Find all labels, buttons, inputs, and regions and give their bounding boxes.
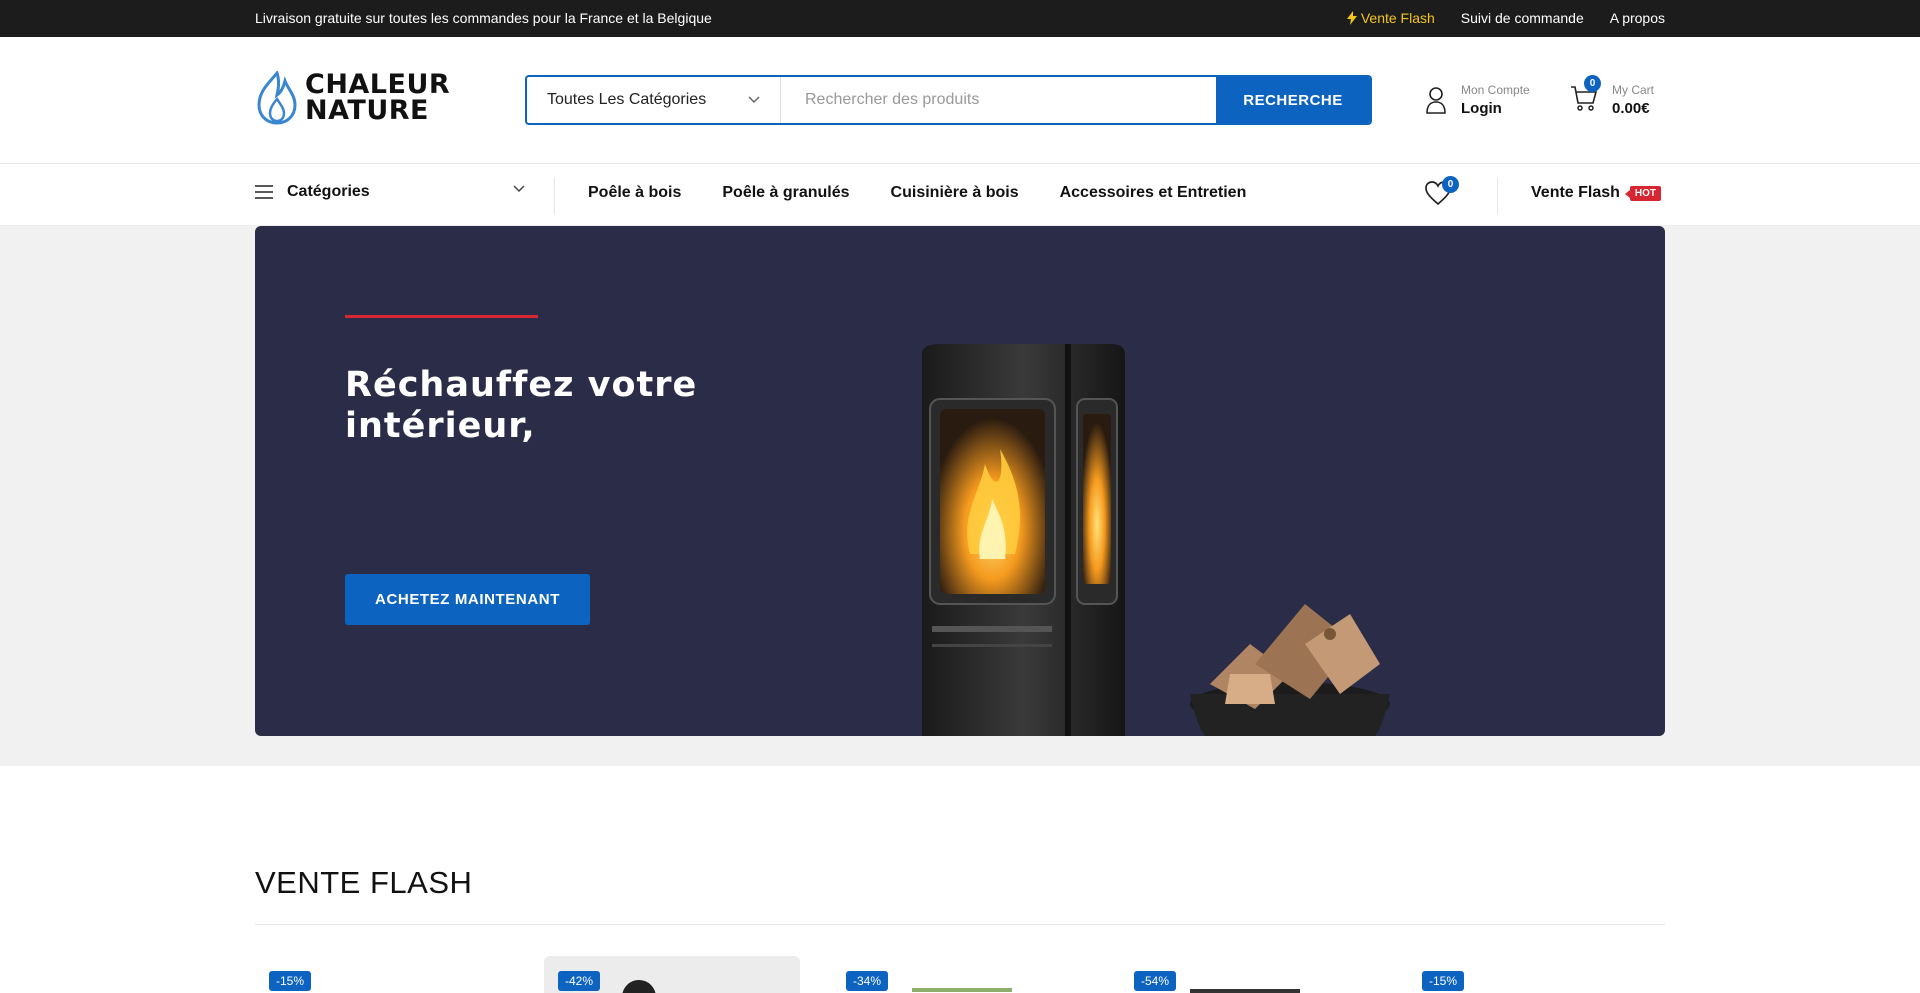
wood-stove-image	[922, 344, 1390, 736]
product-thumbnail	[1190, 989, 1300, 993]
lightning-icon	[1346, 11, 1357, 25]
product-thumbnail	[912, 988, 1012, 992]
flame-logo-icon	[257, 71, 297, 125]
hamburger-icon	[255, 185, 273, 199]
chevron-down-icon	[513, 185, 525, 193]
vente-flash-link[interactable]: Vente Flash	[1346, 10, 1435, 26]
header: CHALEUR NATURE Toutes Les Catégories REC…	[0, 37, 1920, 164]
shipping-promo: Livraison gratuite sur toutes les comman…	[255, 10, 712, 26]
wishlist-count-badge: 0	[1442, 176, 1459, 193]
discount-badge: -54%	[1134, 971, 1177, 991]
section-divider	[255, 924, 1665, 925]
nav-vente-flash-label: Vente Flash	[1531, 184, 1620, 201]
search-button[interactable]: RECHERCHE	[1216, 77, 1370, 123]
product-thumbnail	[622, 980, 656, 993]
flash-sale-title: VENTE FLASH	[255, 865, 473, 900]
account-link[interactable]: Mon Compte Login	[1425, 83, 1530, 117]
hot-badge: HOT	[1624, 185, 1662, 201]
about-link[interactable]: A propos	[1610, 10, 1665, 26]
hero-title: Réchauffez votre intérieur,	[345, 365, 698, 446]
cart-count-badge: 0	[1584, 74, 1601, 92]
login-label: Login	[1461, 100, 1502, 117]
nav-vente-flash[interactable]: Vente Flash HOT	[1531, 184, 1662, 202]
search-bar: Toutes Les Catégories RECHERCHE	[525, 75, 1372, 125]
user-icon	[1426, 87, 1446, 114]
cart-caption: My Cart	[1612, 83, 1654, 97]
vente-flash-label: Vente Flash	[1360, 10, 1435, 26]
category-select-value: Toutes Les Catégories	[547, 91, 707, 108]
hero-banner: Réchauffez votre intérieur, ACHETEZ MAIN…	[255, 226, 1665, 736]
category-select[interactable]: Toutes Les Catégories	[527, 77, 781, 123]
product-card[interactable]: -54%	[1120, 956, 1376, 993]
nav-item-cuisiniere-bois[interactable]: Cuisinière à bois	[891, 184, 1019, 202]
product-card[interactable]: -15%	[1408, 956, 1664, 993]
nav-item-poele-bois[interactable]: Poêle à bois	[588, 184, 681, 202]
search-input[interactable]	[781, 77, 1216, 123]
discount-badge: -15%	[1422, 971, 1465, 991]
shop-now-button[interactable]: ACHETEZ MAINTENANT	[345, 574, 590, 625]
logo[interactable]: CHALEUR NATURE	[255, 71, 450, 125]
discount-badge: -15%	[269, 971, 312, 991]
menu-items: Poêle à bois Poêle à granulés Cuisinière…	[588, 184, 1246, 202]
account-caption: Mon Compte	[1461, 83, 1530, 97]
product-card[interactable]: -34%	[832, 956, 1088, 993]
top-links: Vente Flash Suivi de commande A propos	[1346, 10, 1665, 26]
divider	[1497, 178, 1498, 214]
nav-item-poele-granules[interactable]: Poêle à granulés	[722, 184, 849, 202]
wishlist-link[interactable]: 0	[1424, 176, 1459, 211]
cart-total: 0.00€	[1612, 100, 1650, 117]
product-card[interactable]: -42%	[544, 956, 800, 993]
product-card[interactable]: -15%	[255, 956, 511, 993]
top-bar: Livraison gratuite sur toutes les comman…	[0, 0, 1920, 37]
hero-accent-line	[345, 315, 538, 318]
categories-label: Catégories	[287, 183, 370, 200]
logo-line-2: NATURE	[305, 95, 429, 126]
divider	[554, 178, 555, 214]
discount-badge: -34%	[846, 971, 889, 991]
discount-badge: -42%	[558, 971, 601, 991]
cart-link[interactable]: 0 My Cart 0.00€	[1570, 74, 1654, 117]
chevron-down-icon	[748, 96, 760, 104]
nav-item-accessoires[interactable]: Accessoires et Entretien	[1060, 184, 1247, 202]
logo-text: CHALEUR NATURE	[305, 71, 450, 126]
categories-dropdown[interactable]: Catégories	[255, 183, 525, 201]
order-tracking-link[interactable]: Suivi de commande	[1461, 10, 1584, 26]
